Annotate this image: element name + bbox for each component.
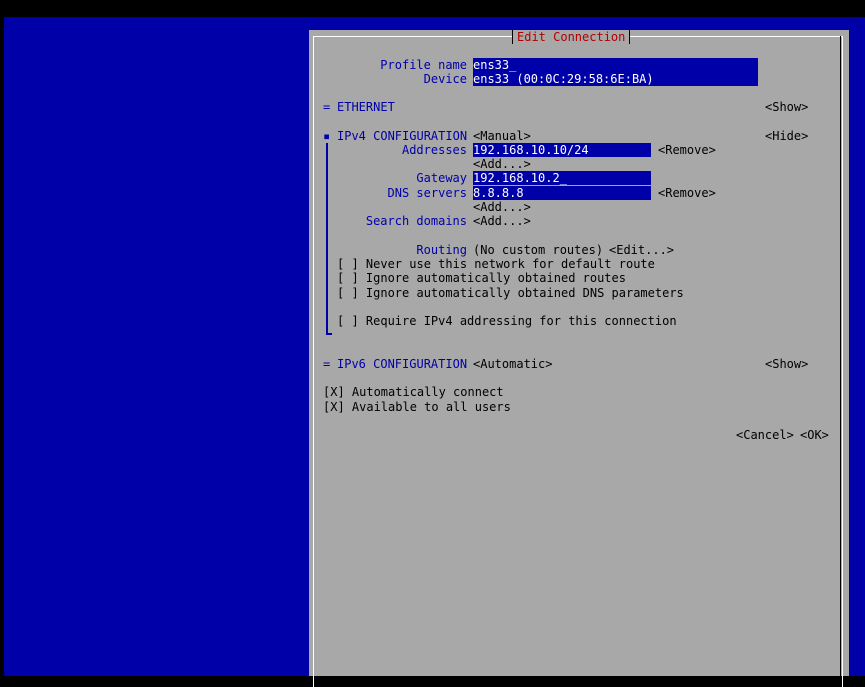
edit-connection-dialog: Edit Connection Profile name ens33_ Devi…: [309, 30, 849, 687]
ok-button[interactable]: <OK>: [800, 428, 829, 442]
routing-value: (No custom routes): [473, 243, 604, 257]
gateway-label: Gateway: [416, 171, 467, 185]
all-users-checkbox[interactable]: [X] Available to all users: [323, 400, 511, 414]
device-label: Device: [423, 72, 467, 86]
ethernet-show-button[interactable]: <Show>: [765, 100, 808, 114]
ipv4-section-bar: [326, 143, 328, 335]
ipv4-hide-button[interactable]: <Hide>: [765, 129, 808, 143]
dialog-title: Edit Connection: [512, 30, 631, 44]
require-ipv4-checkbox[interactable]: [ ] Require IPv4 addressing for this con…: [337, 314, 677, 328]
cancel-button[interactable]: <Cancel>: [736, 428, 794, 442]
routing-edit-button[interactable]: <Edit...>: [609, 243, 674, 257]
routing-label: Routing: [416, 243, 467, 257]
ignore-routes-checkbox[interactable]: [ ] Ignore automatically obtained routes: [337, 271, 626, 285]
dialog-frame-shadow: [840, 36, 841, 686]
ipv4-section-bar-end: [326, 333, 332, 335]
dns-server-field[interactable]: 8.8.8.8: [473, 186, 651, 200]
address-add-button[interactable]: <Add...>: [473, 157, 531, 171]
ipv6-show-button[interactable]: <Show>: [765, 357, 808, 371]
addresses-label: Addresses: [401, 143, 467, 157]
ipv4-section-label: IPv4 CONFIGURATION: [337, 129, 468, 143]
auto-connect-checkbox[interactable]: [X] Automatically connect: [323, 385, 504, 399]
search-domains-add-button[interactable]: <Add...>: [473, 214, 531, 228]
dns-add-button[interactable]: <Add...>: [473, 200, 531, 214]
device-field[interactable]: ens33 (00:0C:29:58:6E:BA): [473, 72, 758, 86]
never-default-route-checkbox[interactable]: [ ] Never use this network for default r…: [337, 257, 655, 271]
ipv6-method-button[interactable]: <Automatic>: [473, 357, 552, 371]
ipv6-section-label: IPv6 CONFIGURATION: [337, 357, 468, 371]
profile-name-label: Profile name: [380, 58, 467, 72]
ethernet-section-marker: =: [323, 100, 331, 114]
dns-servers-label: DNS servers: [387, 186, 467, 200]
ipv6-section-marker: =: [323, 357, 331, 371]
address-field[interactable]: 192.168.10.10/24: [473, 143, 651, 157]
gateway-field[interactable]: 192.168.10.2_: [473, 171, 651, 185]
address-remove-button[interactable]: <Remove>: [658, 143, 716, 157]
dns-remove-button[interactable]: <Remove>: [658, 186, 716, 200]
ignore-dns-checkbox[interactable]: [ ] Ignore automatically obtained DNS pa…: [337, 286, 684, 300]
ipv4-section-marker: ▪: [323, 129, 331, 143]
profile-name-field[interactable]: ens33_: [473, 58, 758, 72]
search-domains-label: Search domains: [365, 214, 467, 228]
ethernet-section-label: ETHERNET: [337, 100, 395, 114]
ipv4-method-button[interactable]: <Manual>: [473, 129, 531, 143]
